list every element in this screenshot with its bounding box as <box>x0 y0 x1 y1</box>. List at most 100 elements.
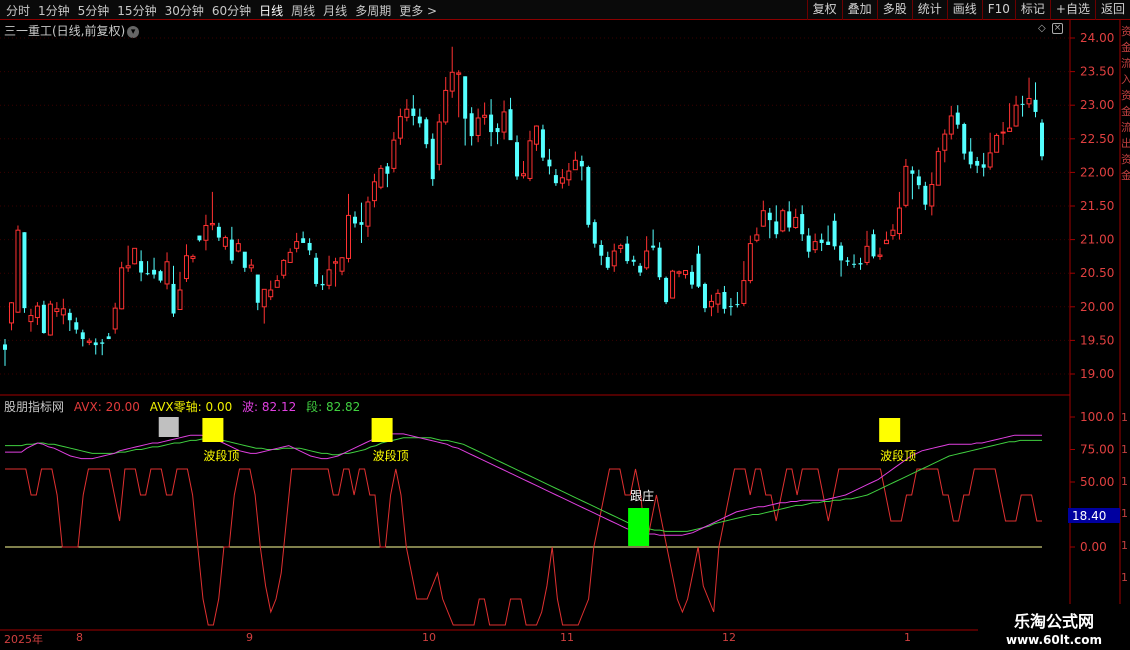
signal-follow-box <box>628 508 650 546</box>
price-tick-label: 23.00 <box>1080 98 1114 112</box>
candle-body <box>449 71 455 92</box>
candle-body <box>890 229 896 237</box>
candle-body <box>183 255 189 280</box>
candle-body <box>852 263 857 265</box>
watermark: 乐淘公式网 www.60lt.com <box>978 604 1130 650</box>
candle-body <box>515 142 520 177</box>
candle-body <box>352 216 357 224</box>
candle-body <box>164 261 170 285</box>
candle-body <box>605 257 610 268</box>
candle-body <box>417 116 422 124</box>
candle-body <box>359 222 364 225</box>
candle-body <box>235 243 241 252</box>
candle-body <box>320 283 325 286</box>
candle-body <box>74 322 79 330</box>
candle-body <box>1033 99 1038 112</box>
candle-body <box>533 125 539 145</box>
signal-top-box <box>202 418 224 442</box>
candle-body <box>793 216 799 229</box>
candle-body <box>268 289 274 298</box>
indicator-tick-label: 50.00 <box>1080 475 1114 489</box>
candle-body <box>333 261 339 264</box>
candle-body <box>702 283 707 309</box>
signal-top-box <box>879 418 901 442</box>
date-label-5: 12 <box>722 631 736 644</box>
candle-body <box>916 176 921 186</box>
candle-body <box>67 312 72 321</box>
candle-body <box>93 342 98 346</box>
price-tick-label: 23.50 <box>1080 65 1114 79</box>
candle-body <box>923 185 928 205</box>
signal-top-label: 波段顶 <box>203 448 239 463</box>
candle-body <box>618 245 624 249</box>
candle-body <box>871 234 876 257</box>
candle-body <box>981 164 986 168</box>
candle-body <box>767 212 772 221</box>
candle-body <box>839 245 844 261</box>
candle-body <box>229 239 234 261</box>
candle-body <box>942 133 948 151</box>
candle-body <box>443 89 449 123</box>
duan-value: 段: 82.82 <box>306 400 361 414</box>
candle-body <box>599 244 604 256</box>
candle-body <box>527 140 533 179</box>
candle-body <box>638 265 643 273</box>
candle-body <box>34 305 40 319</box>
candle-body <box>708 300 714 308</box>
candle-body <box>424 119 429 145</box>
candle-body <box>664 277 669 303</box>
candle-body <box>1000 131 1006 134</box>
candle-body <box>482 114 488 118</box>
candle-body <box>501 111 507 133</box>
candle-body <box>411 108 416 116</box>
candle-body <box>112 307 118 330</box>
candle-body <box>125 265 131 269</box>
date-label-3: 10 <box>422 631 436 644</box>
candle-body <box>255 274 260 303</box>
candle-body <box>100 342 105 344</box>
candle-body <box>592 222 597 244</box>
candle-body <box>657 247 662 278</box>
candle-body <box>216 226 221 238</box>
candle-body <box>177 289 183 310</box>
candle-body <box>651 245 656 248</box>
indicator-header: 股朋指标网 AVX: 20.00 AVX零轴: 0.00 波: 82.12 段:… <box>4 398 360 415</box>
candle-body <box>139 261 144 273</box>
candle-body <box>385 166 390 174</box>
candle-body <box>631 259 636 262</box>
candle-body <box>15 229 21 313</box>
candle-body <box>929 183 935 207</box>
current-value-label: 18.40 <box>1072 509 1106 523</box>
candle-body <box>489 114 494 133</box>
candle-body <box>540 129 545 158</box>
candle-body <box>910 170 915 174</box>
candle-body <box>80 332 85 340</box>
candle-body <box>391 139 397 169</box>
candle-body <box>463 76 468 119</box>
date-label-1: 8 <box>76 631 83 644</box>
candle-body <box>832 220 837 247</box>
candle-body <box>735 304 740 306</box>
candle-body <box>566 170 572 181</box>
candle-body <box>858 263 863 265</box>
candle-body <box>495 128 500 133</box>
candle-body <box>741 280 747 304</box>
candle-body <box>806 235 811 252</box>
indicator-tick-label: 75.00 <box>1080 443 1114 457</box>
candle-body <box>209 222 215 226</box>
price-tick-label: 21.00 <box>1080 233 1114 247</box>
watermark-line2: www.60lt.com <box>1005 633 1103 647</box>
candle-body <box>955 112 960 125</box>
candle-body <box>307 242 312 251</box>
candle-body <box>935 151 941 186</box>
candle-body <box>553 175 558 184</box>
candle-body <box>690 271 695 285</box>
candle-body <box>28 315 34 323</box>
candle-body <box>508 109 513 141</box>
candle-body <box>819 239 824 243</box>
indicator-name[interactable]: 股朋指标网 <box>4 400 64 414</box>
candle-body <box>152 269 157 275</box>
candle-body <box>760 210 766 227</box>
candle-body <box>579 160 584 167</box>
candle-body <box>86 340 92 343</box>
